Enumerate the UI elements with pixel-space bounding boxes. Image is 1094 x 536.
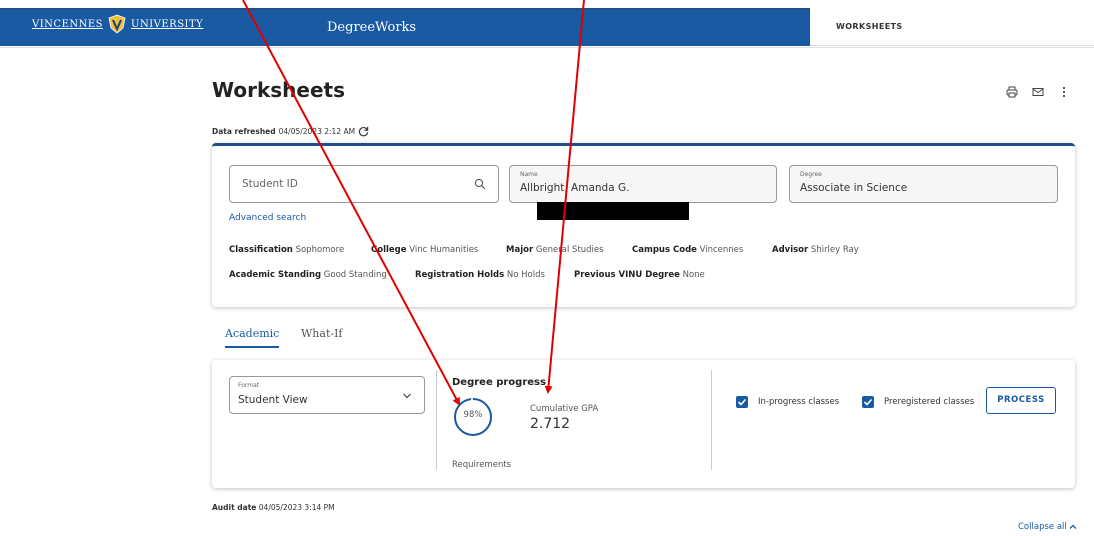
name-label: Name bbox=[520, 171, 538, 178]
header-divider bbox=[0, 47, 1094, 48]
collapse-all-label: Collapse all bbox=[1018, 522, 1067, 532]
gpa-value: 2.712 bbox=[530, 416, 571, 432]
brand-left-text: VINCENNES bbox=[32, 18, 104, 30]
refresh-value: 04/05/2023 2:12 AM bbox=[278, 127, 356, 136]
brand-right-text: UNIVERSITY bbox=[131, 18, 204, 30]
info-advisor: Advisor Shirley Ray bbox=[772, 245, 859, 255]
refresh-icon[interactable] bbox=[358, 126, 369, 137]
redaction-box bbox=[537, 202, 689, 220]
process-button[interactable]: PROCESS bbox=[986, 387, 1056, 414]
student-id-placeholder: Student ID bbox=[242, 178, 298, 190]
gpa-label: Cumulative GPA bbox=[530, 404, 599, 414]
tab-worksheets-label: WORKSHEETS bbox=[836, 22, 903, 31]
app-name: DegreeWorks bbox=[327, 20, 417, 35]
degree-field[interactable]: Degree Associate in Science bbox=[789, 165, 1058, 203]
audit-label: Audit date bbox=[212, 503, 257, 512]
search-icon[interactable] bbox=[474, 178, 486, 190]
preregistered-label: Preregistered classes bbox=[884, 397, 975, 407]
student-info-row2: Academic Standing Good Standing Registra… bbox=[212, 270, 1072, 282]
divider-left bbox=[436, 370, 437, 470]
print-icon[interactable] bbox=[1006, 86, 1018, 98]
tab-what-if[interactable]: What-If bbox=[301, 327, 343, 346]
student-info-row1: Classification Sophomore College Vinc Hu… bbox=[212, 245, 1072, 257]
info-major: Major General Studies bbox=[506, 245, 604, 255]
tab-worksheets[interactable]: WORKSHEETS bbox=[810, 8, 1094, 46]
email-icon[interactable] bbox=[1032, 86, 1044, 98]
inprogress-checkbox[interactable] bbox=[736, 396, 748, 408]
page-actions bbox=[1006, 86, 1070, 98]
chevron-up-icon bbox=[1069, 524, 1077, 529]
student-card: Student ID Name Allbright, Amanda G. Deg… bbox=[212, 143, 1075, 307]
divider-right bbox=[711, 370, 712, 470]
more-vertical-icon[interactable] bbox=[1058, 86, 1070, 98]
info-classification: Classification Sophomore bbox=[229, 245, 345, 255]
info-registration-holds: Registration Holds No Holds bbox=[415, 270, 545, 280]
progress-ring: 98% bbox=[452, 396, 494, 438]
page-title: Worksheets bbox=[212, 78, 345, 102]
info-academic-standing: Academic Standing Good Standing bbox=[229, 270, 387, 280]
format-select[interactable]: Format Student View bbox=[229, 376, 425, 414]
inprogress-label: In-progress classes bbox=[758, 397, 840, 407]
top-header: VINCENNES UNIVERSITY DegreeWorks WORKSHE… bbox=[0, 0, 1094, 48]
university-logo[interactable]: VINCENNES UNIVERSITY bbox=[32, 14, 203, 34]
vu-shield-icon bbox=[108, 14, 126, 34]
refresh-label: Data refreshed bbox=[212, 127, 276, 136]
degree-progress-title: Degree progress bbox=[452, 377, 546, 388]
advanced-search-link[interactable]: Advanced search bbox=[229, 213, 306, 223]
name-field[interactable]: Name Allbright, Amanda G. bbox=[509, 165, 777, 203]
collapse-all-link[interactable]: Collapse all bbox=[1018, 522, 1077, 532]
degree-progress-card: Format Student View Degree progress 98% … bbox=[212, 360, 1075, 488]
format-value: Student View bbox=[238, 394, 308, 406]
degree-label: Degree bbox=[800, 171, 822, 178]
check-icon bbox=[737, 398, 747, 406]
requirements-label: Requirements bbox=[452, 460, 512, 470]
chevron-down-icon bbox=[403, 393, 411, 399]
progress-percent: 98% bbox=[463, 410, 483, 420]
name-value: Allbright, Amanda G. bbox=[520, 182, 630, 194]
student-id-field[interactable]: Student ID bbox=[229, 165, 499, 203]
check-icon bbox=[863, 398, 873, 406]
info-previous-degree: Previous VINU Degree None bbox=[574, 270, 705, 280]
audit-date: Audit date 04/05/2023 3:14 PM bbox=[212, 503, 335, 512]
data-refreshed: Data refreshed 04/05/2023 2:12 AM bbox=[212, 126, 369, 137]
audit-value: 04/05/2023 3:14 PM bbox=[258, 503, 335, 512]
info-college: College Vinc Humanities bbox=[371, 245, 479, 255]
tab-academic[interactable]: Academic bbox=[225, 327, 280, 348]
info-campus-code: Campus Code Vincennes bbox=[632, 245, 744, 255]
degree-value: Associate in Science bbox=[800, 182, 908, 194]
preregistered-checkbox[interactable] bbox=[862, 396, 874, 408]
format-label: Format bbox=[238, 382, 260, 389]
